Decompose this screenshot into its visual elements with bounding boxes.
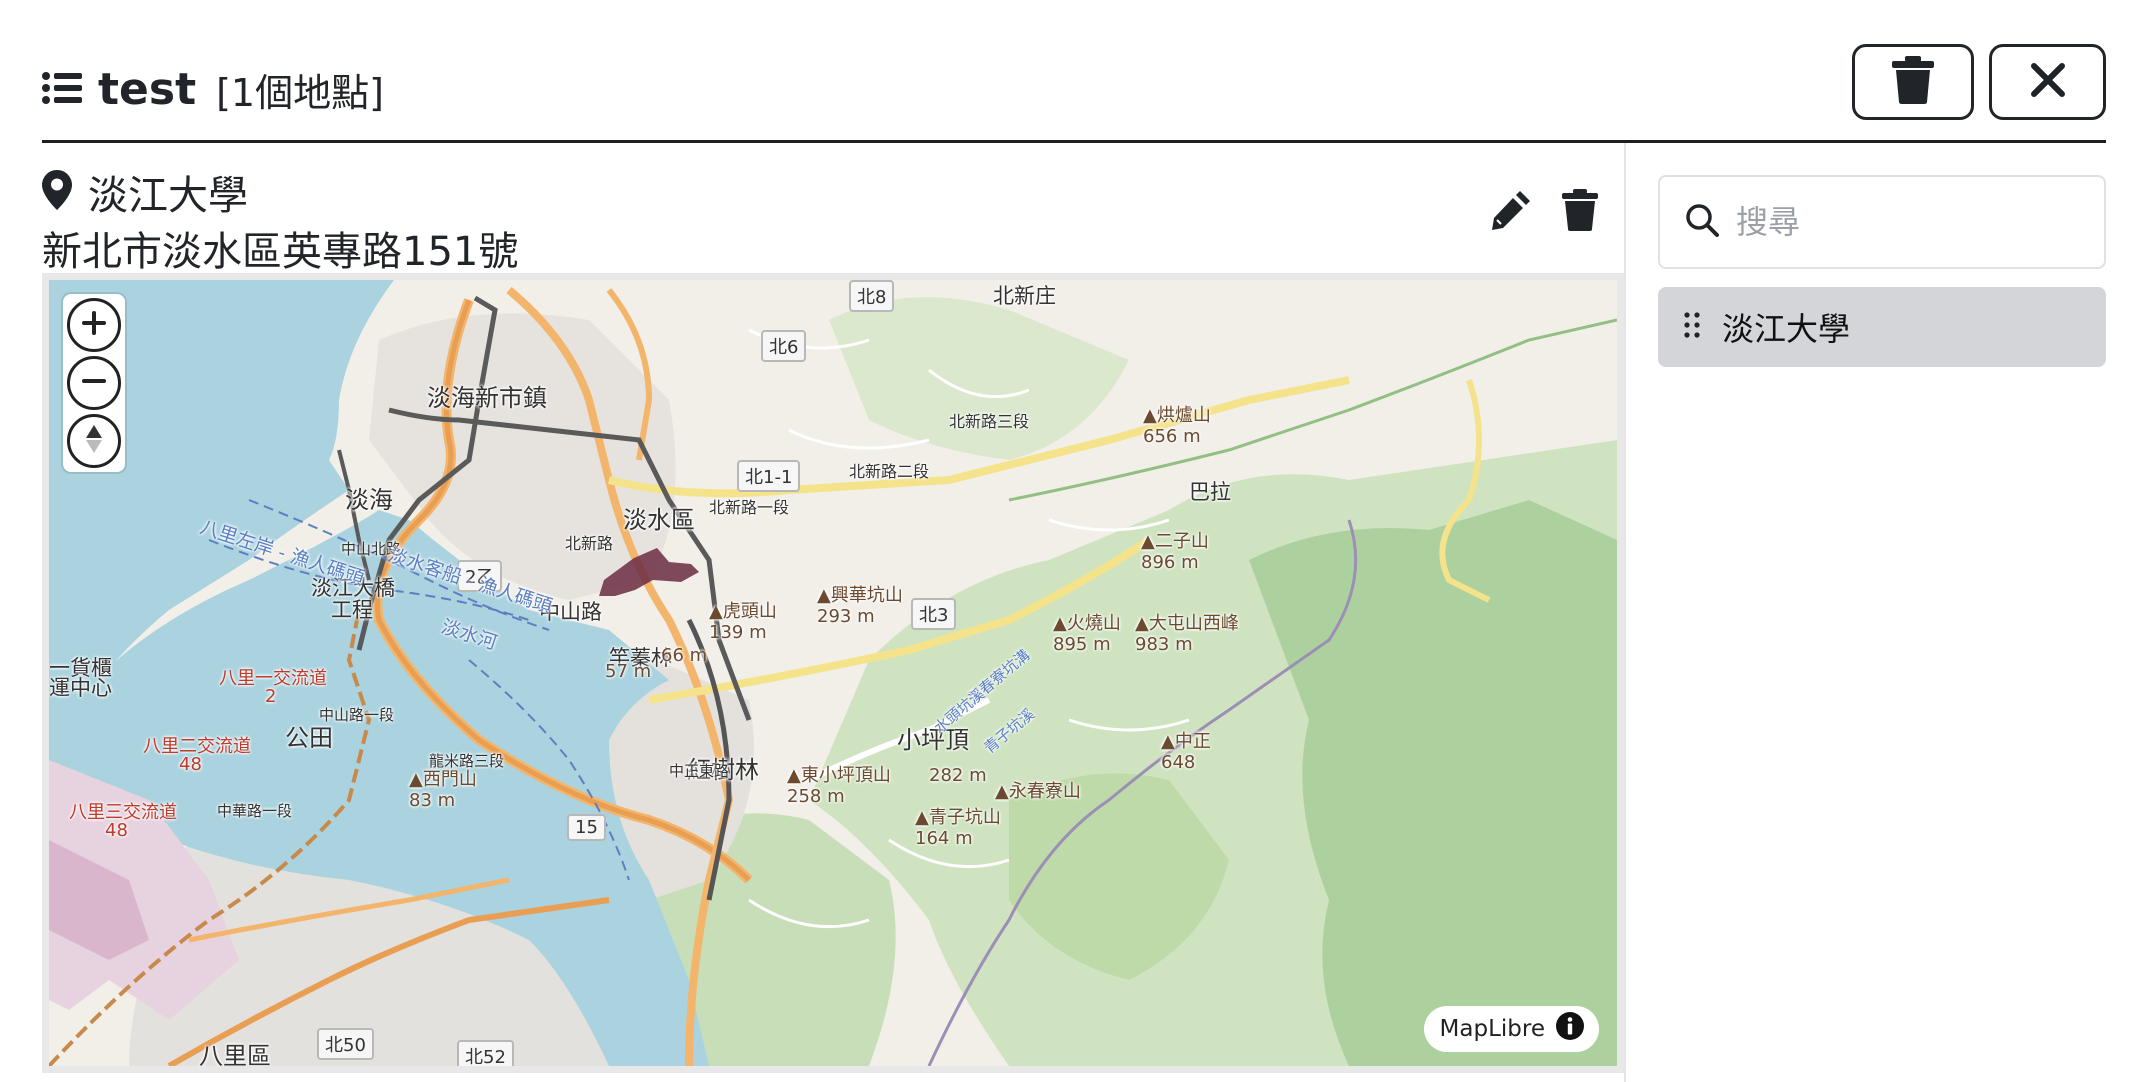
map-label-misc: 巴拉 <box>1189 480 1231 504</box>
peak-name: 西門山 <box>422 769 477 790</box>
map-label-misc: 2 <box>265 686 277 707</box>
peak-name: 大屯山西峰 <box>1148 613 1239 634</box>
zoom-in-button[interactable] <box>67 298 121 352</box>
map-label-misc: 48 <box>105 820 128 841</box>
map-label-place: 八里區 <box>199 1042 271 1070</box>
compass-icon <box>84 424 104 458</box>
location-name-row: 淡江大學 <box>42 163 248 221</box>
modal-title: test [1個地點] <box>42 62 384 117</box>
plus-icon <box>81 310 107 340</box>
map-peak: ▲東小坪頂山 258 m <box>787 765 891 807</box>
map-peak: ▲永春寮山 <box>995 781 1081 802</box>
map-label-road: 北新路一段 <box>709 498 790 517</box>
map-label-road: 北新路二段 <box>849 462 930 481</box>
map-peak: ▲虎頭山 139 m <box>709 601 777 643</box>
panel-divider <box>1624 143 1626 1082</box>
map-label-place: 運中心 <box>49 676 112 700</box>
map-label-misc: 282 m <box>929 765 987 786</box>
map-label-road: 中山路一段 <box>319 706 395 724</box>
map-peak: ▲二子山 896 m <box>1141 531 1209 573</box>
minus-icon <box>81 368 107 398</box>
peak-elevation: 656 m <box>1143 425 1201 447</box>
search-icon <box>1684 202 1720 242</box>
peak-elevation: 896 m <box>1141 551 1199 573</box>
peak-name: 二子山 <box>1154 531 1209 552</box>
map-label-place: 淡水區 <box>623 506 695 534</box>
location-name: 淡江大學 <box>88 173 248 219</box>
map-label-road: 中正東路 <box>669 762 730 780</box>
peak-name: 火燒山 <box>1066 613 1121 634</box>
map-peak: ▲青子坑山 164 m <box>915 807 1001 849</box>
search-input[interactable] <box>1734 202 2078 242</box>
compass-button[interactable] <box>67 414 121 468</box>
location-count: [1個地點] <box>216 71 384 115</box>
map-label-road: 北新庄 <box>993 284 1056 308</box>
location-address: 新北市淡水區英專路151號 <box>42 229 519 275</box>
delete-location-button[interactable] <box>1562 189 1598 235</box>
road-shield: 北50 <box>317 1028 374 1060</box>
map-label-place: 淡海 <box>345 486 393 514</box>
map-label-misc: 57 m <box>605 661 652 682</box>
peak-elevation: 648 <box>1161 751 1196 773</box>
close-button[interactable] <box>1989 44 2106 120</box>
map-label-road: 中華路一段 <box>217 802 293 820</box>
location-actions <box>1490 189 1598 235</box>
road-shield: 北8 <box>849 280 895 312</box>
modal-header: test [1個地點] <box>42 40 2106 143</box>
peak-elevation: 258 m <box>787 785 845 807</box>
map-label-road: 北新路 <box>565 534 614 553</box>
peak-name: 中正 <box>1174 731 1211 752</box>
map-peak: ▲大屯山西峰 983 m <box>1135 613 1239 655</box>
peak-name: 永春寮山 <box>1008 781 1081 802</box>
map-pin-icon <box>42 170 72 214</box>
peak-elevation: 983 m <box>1135 633 1193 655</box>
map-label-road: 龍米路三段 <box>429 752 505 770</box>
location-list-label: 淡江大學 <box>1722 310 1851 348</box>
edit-location-button[interactable] <box>1490 189 1532 235</box>
peak-name: 烘爐山 <box>1156 405 1211 426</box>
map-peak: ▲烘爐山 656 m <box>1143 405 1211 447</box>
zoom-out-button[interactable] <box>67 356 121 410</box>
map-peak: ▲興華坑山 293 m <box>817 585 903 627</box>
map-attribution: MapLibre <box>1423 1006 1599 1052</box>
pencil-icon <box>1490 191 1532 235</box>
list-icon <box>42 71 82 109</box>
map-peak: ▲火燒山 895 m <box>1053 613 1121 655</box>
attribution-label: MapLibre <box>1439 1016 1545 1042</box>
close-icon <box>2030 62 2066 102</box>
location-list-item[interactable]: 淡江大學 <box>1658 287 2106 367</box>
info-icon[interactable] <box>1555 1011 1585 1047</box>
search-box <box>1658 175 2106 269</box>
map-label-place: 淡海新市鎮 <box>427 384 547 412</box>
map-peak: ▲中正 648 <box>1161 731 1211 773</box>
road-shield: 北3 <box>911 598 957 630</box>
map-label-misc: 66 m <box>661 645 708 666</box>
road-shield: 北52 <box>457 1040 514 1066</box>
peak-elevation: 164 m <box>915 827 973 849</box>
map-label-place: 工程 <box>331 598 373 622</box>
road-shield: 15 <box>567 814 606 841</box>
road-shield: 北6 <box>761 330 807 362</box>
peak-elevation: 139 m <box>709 621 767 643</box>
trash-icon <box>1562 189 1598 235</box>
map-view[interactable]: 淡海新市鎮 淡海 淡水區 淡江大橋 工程 公田 八里區 紅樹林 小坪頂 一貨櫃 … <box>42 273 1624 1073</box>
peak-name: 東小坪頂山 <box>800 765 891 786</box>
map-label-road: 北新路三段 <box>949 412 1030 431</box>
delete-list-button[interactable] <box>1852 44 1974 120</box>
map-peak: ▲西門山 83 m <box>409 769 477 811</box>
drag-handle-icon[interactable] <box>1684 312 1700 342</box>
road-shield: 北1-1 <box>737 460 801 492</box>
peak-name: 興華坑山 <box>830 585 903 606</box>
peak-elevation: 895 m <box>1053 633 1111 655</box>
location-list-modal: test [1個地點] 淡江大學 新北市淡水區英專路151號 淡海新市鎮 淡海 … <box>0 0 2148 1082</box>
map-label-misc: 48 <box>179 754 202 775</box>
map-zoom-control <box>63 294 125 472</box>
peak-name: 青子坑山 <box>928 807 1001 828</box>
location-detail-panel: 淡江大學 新北市淡水區英專路151號 淡海新市鎮 淡海 淡水區 淡江大橋 工程 … <box>42 143 1624 1082</box>
list-title: test <box>98 64 197 115</box>
trash-icon <box>1892 56 1934 108</box>
peak-elevation: 293 m <box>817 605 875 627</box>
peak-elevation: 83 m <box>409 789 456 811</box>
peak-name: 虎頭山 <box>722 601 777 622</box>
